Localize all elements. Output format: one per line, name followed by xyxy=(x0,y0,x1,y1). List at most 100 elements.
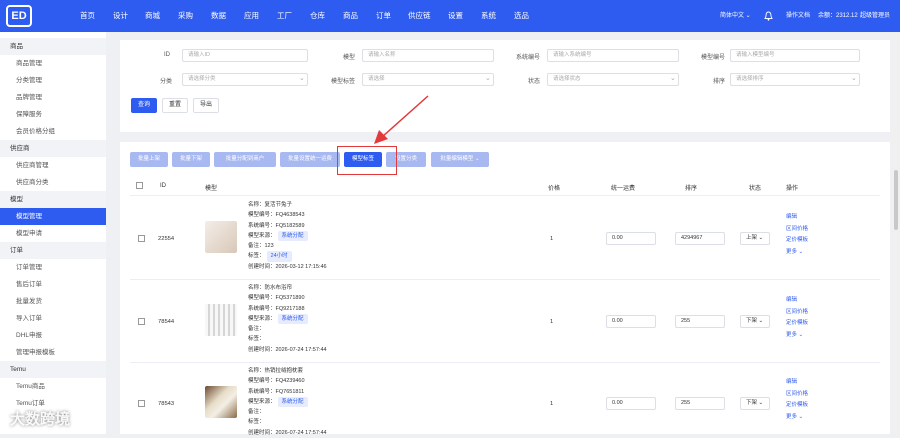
filter-model-no-input[interactable]: 请输入模型编号 xyxy=(730,49,860,62)
filter-sort-select[interactable]: 请选择排序 xyxy=(730,73,860,86)
range-price-link[interactable]: 区间价格 xyxy=(786,224,808,236)
source-tag: 系统分配 xyxy=(277,230,308,242)
nav-purchase[interactable]: 采购 xyxy=(178,0,193,32)
filter-system-no-input[interactable]: 请输入系统编号 xyxy=(547,49,679,62)
sort-input[interactable]: 255 xyxy=(675,397,725,410)
row-checkbox[interactable] xyxy=(138,235,145,242)
row-checkbox[interactable] xyxy=(138,400,145,407)
row-checkbox[interactable] xyxy=(138,318,145,325)
batch-set-freight-button[interactable]: 批量设置统一运费 xyxy=(280,152,340,167)
batch-assign-merchant-button[interactable]: 批量分配到商户 xyxy=(214,152,276,167)
batch-list-button[interactable]: 批量上架 xyxy=(130,152,168,167)
nav-warehouse[interactable]: 仓库 xyxy=(310,0,325,32)
reset-button[interactable]: 重置 xyxy=(162,98,188,113)
nav-selection[interactable]: 选品 xyxy=(514,0,529,32)
sidebar-item-category-management[interactable]: 分类管理 xyxy=(0,72,106,89)
status-select[interactable]: 下架 ⌄ xyxy=(740,315,770,328)
nav-supply-chain[interactable]: 供应链 xyxy=(408,0,431,32)
page-scrollbar-thumb[interactable] xyxy=(894,170,898,230)
page-scrollbar-track[interactable] xyxy=(892,32,900,434)
model-thumbnail[interactable] xyxy=(205,304,237,336)
select-all-checkbox[interactable] xyxy=(136,182,143,189)
nav-settings[interactable]: 设置 xyxy=(448,0,463,32)
top-navigation-bar: ED 首页 设计 商城 采购 数据 应用 工厂 仓库 商品 订单 供应链 设置 … xyxy=(0,0,900,32)
filter-label-model-no: 模型编号 xyxy=(700,55,725,61)
filter-label-model: 模型 xyxy=(342,55,355,61)
model-thumbnail[interactable] xyxy=(205,386,237,418)
freight-input[interactable]: 0.00 xyxy=(606,397,656,410)
system-number: 系统编号：FQ7651811 xyxy=(248,388,305,395)
freight-input[interactable]: 0.00 xyxy=(606,232,656,245)
sidebar-group-products[interactable]: 商品 xyxy=(0,38,106,55)
sidebar-item-model-management[interactable]: 模型管理 xyxy=(0,208,106,225)
sidebar-item-dhl-declaration[interactable]: DHL申报 xyxy=(0,327,106,344)
edit-link[interactable]: 编辑 xyxy=(786,295,808,307)
sort-input[interactable]: 255 xyxy=(675,315,725,328)
help-docs-link[interactable]: 操作文档 xyxy=(786,0,810,32)
sidebar-group-models[interactable]: 模型 xyxy=(0,191,106,208)
sidebar-item-supplier-category[interactable]: 供应商分类 xyxy=(0,174,106,191)
sidebar-item-order-management[interactable]: 订单管理 xyxy=(0,259,106,276)
model-name: 名称：防水布浴帘 xyxy=(248,285,293,291)
filter-label-system-no: 系统编号 xyxy=(515,55,540,61)
model-thumbnail[interactable] xyxy=(205,221,237,253)
system-number: 系统编号：FQ5182589 xyxy=(248,222,305,229)
filter-status-select[interactable]: 请选择状态 xyxy=(547,73,679,86)
sidebar-item-import-orders[interactable]: 导入订单 xyxy=(0,310,106,327)
status-select[interactable]: 下架 ⌄ xyxy=(740,397,770,410)
nav-design[interactable]: 设计 xyxy=(113,0,128,32)
status-select[interactable]: 上架 ⌄ xyxy=(740,232,770,245)
column-header-id: ID xyxy=(160,183,166,189)
bell-icon[interactable] xyxy=(764,11,773,21)
pricing-template-link[interactable]: 定价模板 xyxy=(786,318,808,330)
sidebar-item-supplier-management[interactable]: 供应商管理 xyxy=(0,157,106,174)
filter-label-model-tag: 模型标签 xyxy=(330,79,355,85)
nav-data[interactable]: 数据 xyxy=(211,0,226,32)
batch-delist-button[interactable]: 批量下架 xyxy=(172,152,210,167)
sidebar-group-orders[interactable]: 订单 xyxy=(0,242,106,259)
batch-edit-model-dropdown[interactable]: 批量编辑模型 ⌄ xyxy=(431,152,489,167)
sidebar-item-brand-management[interactable]: 品牌管理 xyxy=(0,89,106,106)
nav-home[interactable]: 首页 xyxy=(80,0,95,32)
nav-orders[interactable]: 订单 xyxy=(376,0,391,32)
sidebar-item-product-management[interactable]: 商品管理 xyxy=(0,55,106,72)
model-number: 模型编号：FQ4638543 xyxy=(248,212,305,219)
more-dropdown[interactable]: 更多 ⌄ xyxy=(786,412,808,424)
sidebar-item-temu-products[interactable]: Temu商品 xyxy=(0,378,106,395)
nav-system[interactable]: 系统 xyxy=(481,0,496,32)
range-price-link[interactable]: 区间价格 xyxy=(786,307,808,319)
language-selector[interactable]: 简体中文 ⌄ xyxy=(720,0,751,32)
nav-apps[interactable]: 应用 xyxy=(244,0,259,32)
search-button[interactable]: 查询 xyxy=(131,98,157,113)
sidebar-item-batch-shipping[interactable]: 批量发货 xyxy=(0,293,106,310)
edit-link[interactable]: 编辑 xyxy=(786,212,808,224)
more-dropdown[interactable]: 更多 ⌄ xyxy=(786,247,808,259)
created-time: 创建时间：2026-07-24 17:57:44 xyxy=(248,429,327,436)
user-menu[interactable]: 超级管理员 xyxy=(860,0,890,32)
edit-link[interactable]: 编辑 xyxy=(786,377,808,389)
filter-category-select[interactable]: 请选择分类 xyxy=(182,73,308,86)
range-price-link[interactable]: 区间价格 xyxy=(786,389,808,401)
nav-products[interactable]: 商品 xyxy=(343,0,358,32)
filter-model-input[interactable]: 请输入名称 xyxy=(362,49,494,62)
freight-input[interactable]: 0.00 xyxy=(606,315,656,328)
pricing-template-link[interactable]: 定价模板 xyxy=(786,400,808,412)
pricing-template-link[interactable]: 定价模板 xyxy=(786,235,808,247)
sidebar-item-declaration-template[interactable]: 管理申报模板 xyxy=(0,344,106,361)
sidebar-item-member-price-group[interactable]: 会员价格分组 xyxy=(0,123,106,140)
sidebar-item-guarantee-service[interactable]: 保障服务 xyxy=(0,106,106,123)
sidebar-group-temu[interactable]: Temu xyxy=(0,361,106,378)
sidebar-item-after-sales[interactable]: 售后订单 xyxy=(0,276,106,293)
more-dropdown[interactable]: 更多 ⌄ xyxy=(786,330,808,342)
filter-id-input[interactable]: 请输入ID xyxy=(182,49,308,62)
export-button[interactable]: 导出 xyxy=(193,98,219,113)
sidebar-group-suppliers[interactable]: 供应商 xyxy=(0,140,106,157)
filter-model-tag-select[interactable]: 请选择 xyxy=(362,73,494,86)
sort-input[interactable]: 4294967 xyxy=(675,232,725,245)
app-logo[interactable]: ED xyxy=(6,5,32,27)
nav-mall[interactable]: 商城 xyxy=(145,0,160,32)
nav-factory[interactable]: 工厂 xyxy=(277,0,292,32)
model-number: 模型编号：FQ4239460 xyxy=(248,378,305,385)
sidebar-item-model-application[interactable]: 模型申请 xyxy=(0,225,106,242)
model-tags: 标签： xyxy=(248,419,265,426)
